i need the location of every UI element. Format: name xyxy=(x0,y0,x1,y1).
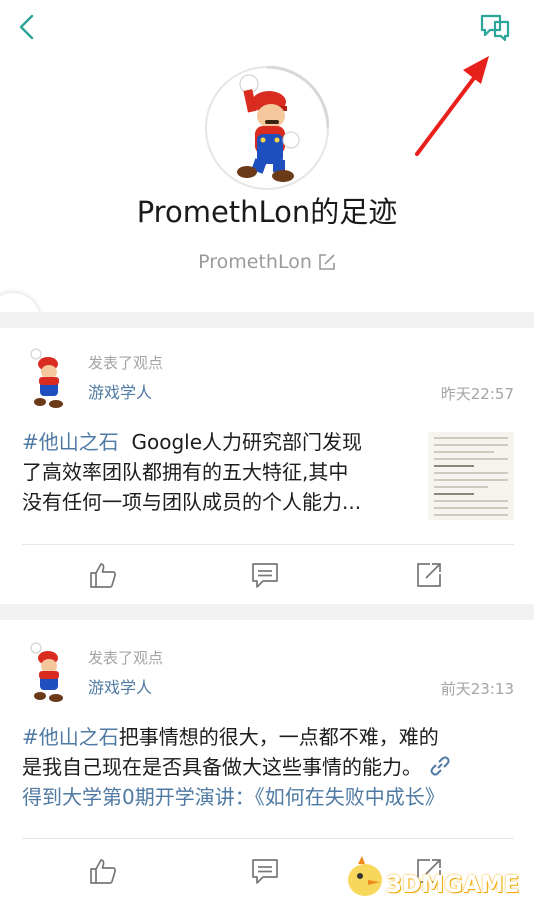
annotation-arrow xyxy=(415,56,489,156)
post-text[interactable]: #他山之石 Google人力研究部门发现 了高效率团队都拥有的五大特征,其中 没… xyxy=(22,427,422,517)
edit-icon[interactable] xyxy=(318,251,336,279)
post-action-label: 发表了观点 xyxy=(88,354,164,372)
post-card: 发表了观点 游戏学人 昨天22:57 #他山之石 Google人力研究部门发现 … xyxy=(0,328,534,604)
back-button[interactable] xyxy=(10,10,44,44)
post-tag[interactable]: #他山之石 xyxy=(22,430,119,454)
watermark-text: 3DMGAME xyxy=(386,872,520,898)
post-author-name[interactable]: 游戏学人 xyxy=(88,381,152,405)
like-icon[interactable] xyxy=(88,856,118,886)
chevron-left-icon xyxy=(19,14,34,40)
post-author-avatar[interactable] xyxy=(24,642,68,702)
post-time: 前天23:13 xyxy=(440,680,514,698)
post-text-line: 没有任何一项与团队成员的个人能力... xyxy=(22,490,362,514)
post-text[interactable]: #他山之石把事情想的很大，一点都不难，难的 是我自己现在是否具备做大这些事情的能… xyxy=(22,722,518,812)
post-time: 昨天22:57 xyxy=(440,385,514,403)
comment-icon[interactable] xyxy=(250,560,280,590)
post-text-line: 了高效率团队都拥有的五大特征,其中 xyxy=(22,460,349,484)
post-action-label: 发表了观点 xyxy=(88,649,164,667)
chat-bubble-icon xyxy=(480,14,510,42)
post-link[interactable]: 得到大学第0期开学演讲：《如何在失败中成长》 xyxy=(22,782,518,812)
post-author-name[interactable]: 游戏学人 xyxy=(88,676,152,700)
profile-title: PromethLon的足迹 xyxy=(136,195,398,229)
profile-username: PromethLon xyxy=(198,251,312,273)
post-text-line: Google人力研究部门发现 xyxy=(131,430,363,454)
post-text-line: 把事情想的很大，一点都不难，难的 xyxy=(118,725,439,749)
post-thumbnail[interactable] xyxy=(428,432,514,520)
like-icon[interactable] xyxy=(88,560,118,590)
avatar-progress-ring xyxy=(266,66,329,129)
message-button[interactable] xyxy=(476,12,514,46)
profile-username-row[interactable]: PromethLon xyxy=(0,248,534,279)
link-icon[interactable] xyxy=(428,756,452,776)
watermark-mascot-icon xyxy=(348,856,382,896)
post-card: 发表了观点 游戏学人 前天23:13 #他山之石把事情想的很大，一点都不难，难的… xyxy=(0,620,534,907)
post-tag[interactable]: #他山之石 xyxy=(22,725,119,749)
comment-icon[interactable] xyxy=(250,856,280,886)
post-divider xyxy=(22,544,514,545)
post-text-line: 是我自己现在是否具备做大这些事情的能力。 xyxy=(22,755,422,779)
section-divider xyxy=(0,312,534,328)
post-divider xyxy=(22,838,514,839)
section-divider xyxy=(0,604,534,620)
share-icon[interactable] xyxy=(414,560,444,590)
post-author-avatar[interactable] xyxy=(24,348,68,408)
